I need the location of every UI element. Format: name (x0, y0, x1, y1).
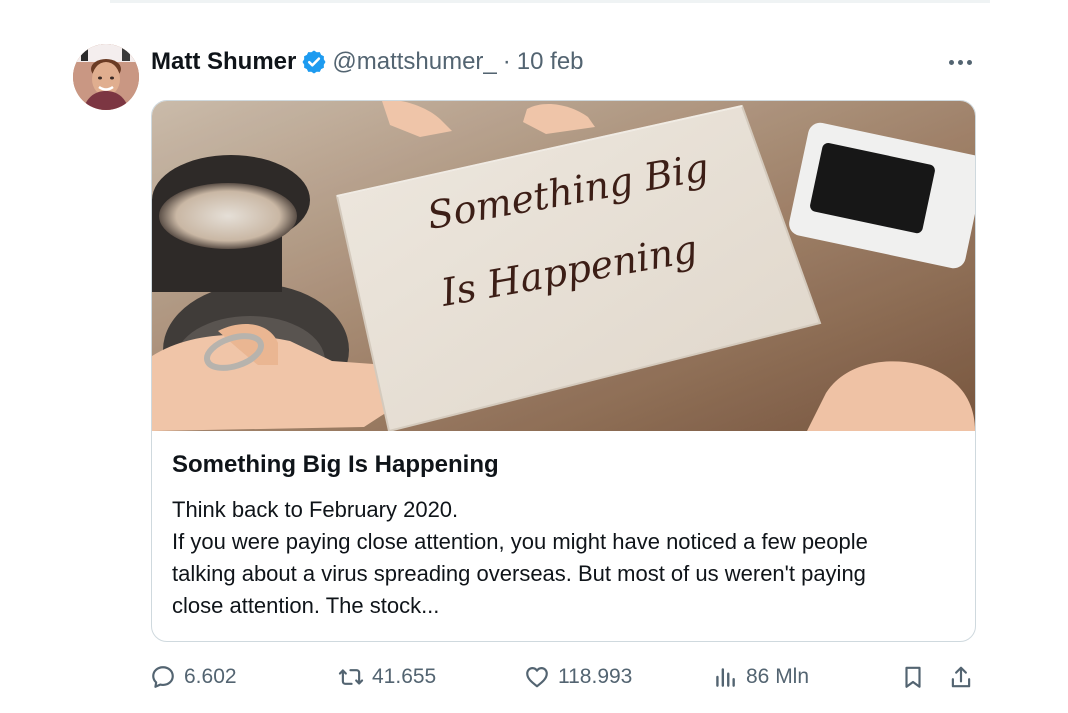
card-description: Think back to February 2020. If you were… (172, 494, 962, 622)
card-description-line: talking about a virus spreading overseas… (172, 561, 866, 586)
more-dot-icon (966, 59, 972, 65)
card-description-line: close attention. The stock... (172, 593, 440, 618)
timeline-divider (110, 0, 990, 3)
views-count: 86 Mln (746, 665, 810, 688)
card-image[interactable]: Something Big Is Happening (152, 101, 975, 431)
separator-dot: · (502, 48, 511, 75)
repost-icon (338, 669, 364, 685)
verified-badge-icon[interactable] (302, 50, 326, 74)
post-date[interactable]: 10 feb (517, 46, 584, 78)
link-preview-card[interactable]: Something Big Is Happening Something Big… (151, 100, 976, 642)
more-dot-icon (948, 59, 954, 65)
more-dot-icon (957, 59, 963, 65)
reply-icon (152, 666, 174, 688)
share-icon (951, 666, 971, 688)
more-options-button[interactable] (944, 50, 976, 74)
repost-button[interactable]: 41.655 (338, 660, 436, 694)
avatar[interactable] (73, 44, 139, 110)
card-title[interactable]: Something Big Is Happening (172, 448, 499, 482)
share-button[interactable] (948, 660, 982, 694)
reply-button[interactable]: 6.602 (150, 660, 237, 694)
reply-count: 6.602 (184, 665, 237, 688)
post-actions: 6.602 41.655 118.993 86 Mln (150, 660, 980, 694)
like-button[interactable]: 118.993 (524, 660, 632, 694)
heart-icon (526, 667, 548, 688)
repost-count: 41.655 (372, 665, 437, 688)
like-count: 118.993 (558, 665, 633, 688)
card-description-line: If you were paying close attention, you … (172, 529, 868, 554)
author-name[interactable]: Matt Shumer (151, 46, 296, 78)
views-icon (716, 668, 735, 687)
bookmark-button[interactable] (900, 660, 934, 694)
avatar-image (73, 44, 139, 110)
author-handle[interactable]: @mattshumer_ (332, 46, 496, 78)
card-description-line: Think back to February 2020. (172, 497, 459, 522)
views-button[interactable]: 86 Mln (712, 660, 809, 694)
bookmark-icon (905, 666, 921, 688)
post-header: Matt Shumer @mattshumer_ · 10 feb (151, 46, 584, 78)
